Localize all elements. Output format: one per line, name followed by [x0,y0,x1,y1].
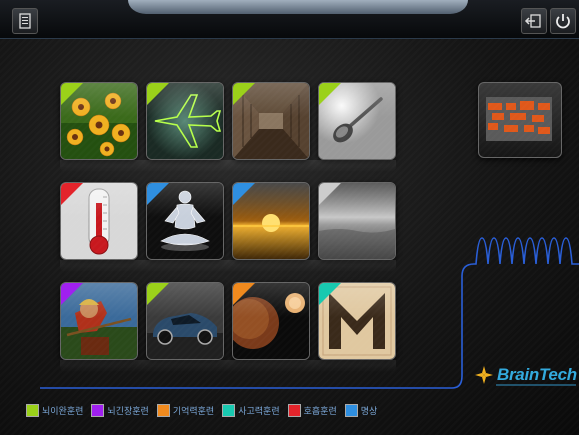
tile-corridor[interactable] [232,82,310,160]
category-corner-icon [61,83,83,105]
legend-item: 호흡훈련 [287,404,337,417]
legend-item: 사고력훈련 [222,404,280,417]
category-legend: 뇌이완훈련 뇌긴장훈련 기억력훈련 사고력훈련 호흡훈련 명상 [26,404,385,417]
logo-text: BrainTech [497,365,577,384]
category-corner-icon [233,83,255,105]
legend-swatch-meditation [344,404,358,417]
legend-swatch-tension [91,404,105,417]
row-reflection [60,160,396,172]
category-corner-icon [319,283,341,305]
legend-swatch-relax [26,404,39,417]
legend-label: 뇌긴장훈련 [107,407,149,417]
category-corner-icon [319,83,341,105]
tile-archer[interactable] [60,282,138,360]
category-corner-icon [233,283,255,305]
legend-item: 뇌긴장훈련 [91,404,149,417]
top-bar-highlight [128,0,468,14]
tile-sunset[interactable] [232,182,310,260]
category-corner-icon [147,83,169,105]
logo-cross-icon [475,366,493,384]
legend-item: 뇌이완훈련 [26,404,83,417]
legend-label: 기억력훈련 [172,407,215,417]
tile-thermometer[interactable] [60,182,138,260]
tile-sports-car[interactable] [146,282,224,360]
legend-swatch-thinking [222,404,236,417]
category-corner-icon [233,183,255,205]
tile-planet[interactable] [232,282,310,360]
category-corner-icon [319,183,341,205]
monitor-screen [486,97,552,141]
legend-label: 뇌이완훈련 [42,407,84,417]
menu-list-icon[interactable] [12,8,38,34]
tile-seascape[interactable] [318,182,396,260]
legend-label: 호흡훈련 [303,407,337,417]
category-corner-icon [147,183,169,205]
legend-label: 명상 [360,407,378,417]
category-corner-icon [61,283,83,305]
tile-spoon[interactable] [318,82,396,160]
legend-swatch-breathing [287,404,301,417]
row-reflection [60,260,396,272]
game-preview-monitor[interactable] [478,82,562,158]
legend-swatch-memory [156,404,170,417]
legend-item: 명상 [344,404,378,417]
tile-maze[interactable] [318,282,396,360]
category-corner-icon [61,183,83,205]
exit-icon[interactable] [521,8,547,34]
tile-airplane[interactable] [146,82,224,160]
category-corner-icon [147,283,169,305]
tile-flowers[interactable] [60,82,138,160]
app-screen: BrainTech 뇌이완훈련 뇌긴장훈련 기억력훈련 사고력훈련 호흡훈련 명… [0,0,579,435]
logo-underline [496,384,576,386]
row-reflection [60,360,396,372]
legend-item: 기억력훈련 [156,404,215,417]
braintech-logo: BrainTech [474,365,577,386]
power-icon[interactable] [550,8,576,34]
tile-meditation[interactable] [146,182,224,260]
legend-label: 사고력훈련 [238,407,280,417]
